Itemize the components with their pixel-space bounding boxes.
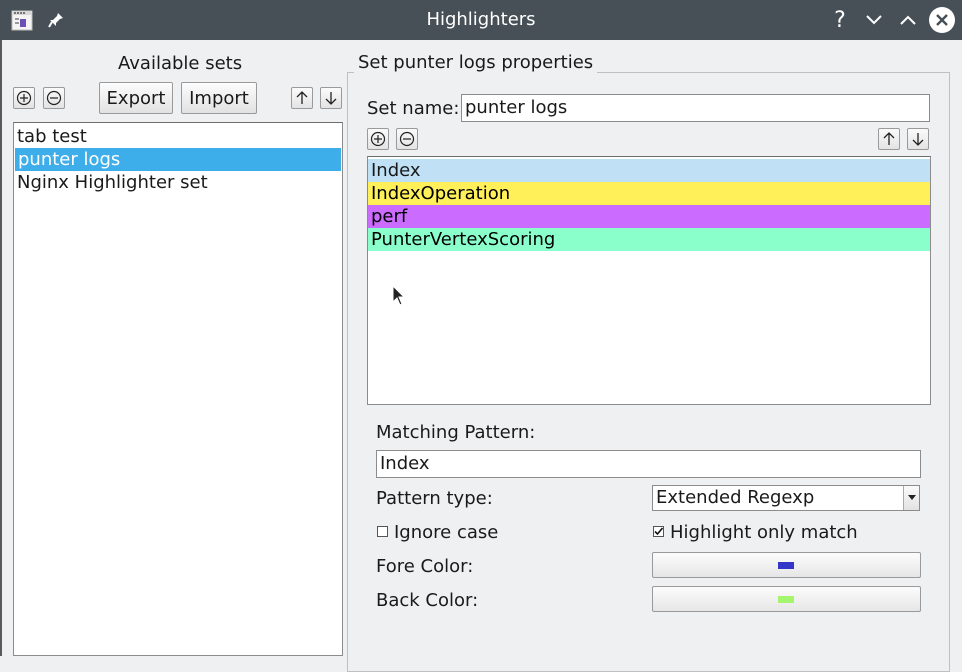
ignore-case-label: Ignore case <box>394 522 499 543</box>
move-set-up-button[interactable] <box>291 87 313 109</box>
fore-color-swatch <box>778 562 794 569</box>
highlighter-item[interactable]: Index <box>368 159 930 182</box>
list-item-selected[interactable]: punter logs <box>15 148 341 171</box>
move-highlighter-up-button[interactable] <box>878 128 900 150</box>
checkmark-icon <box>654 527 664 536</box>
add-icon <box>16 90 32 106</box>
highlight-only-match-checkbox[interactable] <box>653 526 664 537</box>
arrow-down-icon <box>325 92 337 105</box>
chevron-down-icon <box>866 15 882 25</box>
window-edge <box>0 40 2 656</box>
sets-list[interactable]: tab test punter logs Nginx Highlighter s… <box>13 122 343 656</box>
add-highlighter-button[interactable] <box>367 128 389 150</box>
move-highlighter-down-button[interactable] <box>907 128 929 150</box>
pattern-type-select[interactable]: Extended Regexp <box>652 485 920 511</box>
list-item[interactable]: tab test <box>14 125 342 148</box>
add-icon <box>370 131 386 147</box>
highlighters-list[interactable]: Index IndexOperation perf PunterVertexSc… <box>367 156 931 405</box>
arrow-up-icon <box>296 91 308 104</box>
window-title: Highlighters <box>426 9 536 30</box>
highlighter-item[interactable]: perf <box>368 205 930 228</box>
matching-pattern-label: Matching Pattern: <box>376 422 536 443</box>
back-color-swatch <box>778 596 794 603</box>
chevron-up-icon <box>900 15 916 25</box>
set-name-label: Set name: <box>367 98 460 119</box>
remove-icon <box>46 90 62 106</box>
highlighter-item[interactable]: PunterVertexScoring <box>368 228 930 251</box>
help-icon: ? <box>834 7 846 33</box>
group-title: Set punter logs properties <box>354 52 598 73</box>
arrow-down-icon <box>912 133 924 146</box>
export-button[interactable]: Export <box>99 82 173 114</box>
back-color-button[interactable] <box>652 586 921 612</box>
remove-highlighter-button[interactable] <box>396 128 418 150</box>
fore-color-button[interactable] <box>652 552 921 578</box>
dropdown-arrow-icon[interactable] <box>903 486 919 510</box>
mouse-cursor-icon <box>392 285 406 306</box>
set-name-input[interactable]: punter logs <box>461 94 930 122</box>
remove-set-button[interactable] <box>43 87 65 109</box>
maximize-button[interactable] <box>894 6 922 34</box>
matching-pattern-input[interactable]: Index <box>376 450 921 478</box>
highlight-only-match-label: Highlight only match <box>670 522 858 543</box>
fore-color-label: Fore Color: <box>376 556 474 577</box>
move-set-down-button[interactable] <box>320 87 342 109</box>
available-sets-header: Available sets <box>118 53 243 74</box>
add-set-button[interactable] <box>13 87 35 109</box>
pattern-type-value: Extended Regexp <box>656 487 815 508</box>
highlighter-item[interactable]: IndexOperation <box>368 182 930 205</box>
minimize-button[interactable] <box>860 6 888 34</box>
pattern-type-label: Pattern type: <box>376 488 493 509</box>
list-item[interactable]: Nginx Highlighter set <box>14 171 342 194</box>
arrow-up-icon <box>883 132 895 145</box>
back-color-label: Back Color: <box>376 590 479 611</box>
ignore-case-checkbox[interactable] <box>377 526 388 537</box>
remove-icon <box>399 131 415 147</box>
close-icon <box>936 14 948 26</box>
help-button[interactable]: ? <box>826 6 854 34</box>
close-button[interactable] <box>929 7 955 33</box>
import-button[interactable]: Import <box>181 82 257 114</box>
title-bar: Highlighters ? <box>0 0 962 40</box>
